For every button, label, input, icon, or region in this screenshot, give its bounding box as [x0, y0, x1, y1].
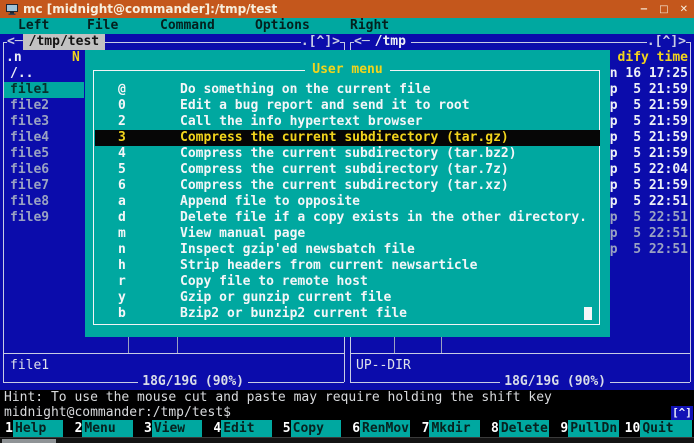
right-panel-path[interactable]: /tmp: [370, 34, 411, 50]
mc-window: mc [midnight@commander]:/tmp/test − □ ✕ …: [0, 0, 694, 443]
left-panel-controls[interactable]: .[^]>: [301, 34, 340, 50]
user-menu-item[interactable]: a Append file to opposite: [95, 194, 600, 210]
modify-time-cell: p 5 21:59: [606, 146, 688, 162]
file-row[interactable]: file3: [4, 114, 84, 130]
file-row-selected[interactable]: file1: [4, 82, 84, 98]
right-panel-border-right: [690, 42, 691, 382]
user-menu-dialog: User menu @ Do something on the current …: [85, 50, 610, 337]
user-menu-item[interactable]: 5 Compress the current subdirectory (tar…: [95, 162, 600, 178]
user-menu-item[interactable]: n Inspect gzip'ed newsbatch file: [95, 242, 600, 258]
file-row[interactable]: file8: [4, 194, 84, 210]
hint-line: Hint: To use the mouse cut and paste may…: [4, 390, 552, 406]
maximize-button[interactable]: □: [659, 4, 668, 15]
fkey-quit[interactable]: 10 Quit: [625, 420, 694, 437]
titlebar: mc [midnight@commander]:/tmp/test − □ ✕: [0, 0, 694, 18]
menu-left[interactable]: Left: [18, 18, 49, 34]
modify-time-cell: p 5 21:59: [606, 98, 688, 114]
file-row[interactable]: file7: [4, 178, 84, 194]
history-badge[interactable]: [^]: [671, 406, 693, 420]
modify-time-cell: n 16 17:25: [606, 66, 688, 82]
user-menu-item[interactable]: y Gzip or gunzip current file: [95, 290, 600, 306]
right-panel-header: <─ /tmp .[^]>: [350, 34, 690, 50]
file-row[interactable]: file5: [4, 146, 84, 162]
fkey-view[interactable]: 3 View: [139, 420, 208, 437]
modify-time-cell: p 5 21:59: [606, 130, 688, 146]
fkey-pulldn[interactable]: 9 PullDn: [555, 420, 624, 437]
column-separator: [128, 337, 129, 353]
function-key-bar: 1 Help 2 Menu 3 View 4 Edit 5 Copy 6 Ren…: [0, 420, 694, 437]
right-ministatus-separator: [351, 353, 690, 354]
file-row[interactable]: file4: [4, 130, 84, 146]
left-ministatus: file1: [10, 358, 49, 374]
fkey-renmov[interactable]: 6 RenMov: [347, 420, 416, 437]
scrollbar-thumb[interactable]: [2, 439, 56, 443]
right-modify-time-header[interactable]: dify time: [606, 50, 688, 66]
column-separator: [177, 337, 178, 353]
fkey-edit[interactable]: 4 Edit: [208, 420, 277, 437]
left-scroll-left-icon[interactable]: <─: [7, 34, 23, 50]
left-ministatus-separator: [4, 353, 344, 354]
modify-time-cell: p 5 21:59: [606, 82, 688, 98]
user-menu-item[interactable]: d Delete file if a copy exists in the ot…: [95, 210, 600, 226]
fkey-mkdir[interactable]: 7 Mkdir: [416, 420, 485, 437]
user-menu-item[interactable]: b Bzip2 or bunzip2 current file: [95, 306, 600, 322]
horizontal-scrollbar[interactable]: [0, 437, 694, 443]
left-name-column-header[interactable]: N: [72, 50, 80, 66]
text-cursor: [584, 307, 592, 320]
terminal-icon: [6, 3, 18, 15]
file-row[interactable]: file9: [4, 210, 84, 226]
fkey-delete[interactable]: 8 Delete: [486, 420, 555, 437]
right-scroll-left-icon[interactable]: <─: [354, 34, 370, 50]
minimize-button[interactable]: −: [640, 4, 648, 15]
menu-right[interactable]: Right: [350, 18, 389, 34]
right-panel-controls[interactable]: .[^]>: [647, 34, 686, 50]
user-menu-item[interactable]: h Strip headers from current newsarticle: [95, 258, 600, 274]
left-panel-header: <─ /tmp/test .[^]>: [3, 34, 344, 50]
modify-time-cell: p 5 22:51: [606, 210, 688, 226]
right-panel-footer: 18G/19G (90%): [350, 374, 690, 390]
column-separator: [394, 337, 395, 353]
modify-time-cell: p 5 22:04: [606, 162, 688, 178]
window-title: mc [midnight@commander]:/tmp/test: [23, 2, 277, 16]
command-prompt[interactable]: midnight@commander:/tmp/test$: [4, 405, 231, 421]
fkey-copy[interactable]: 5 Copy: [278, 420, 347, 437]
user-menu-item[interactable]: m View manual page: [95, 226, 600, 242]
user-menu-item[interactable]: 0 Edit a bug report and send it to root: [95, 98, 600, 114]
user-menu-item[interactable]: r Copy file to remote host: [95, 274, 600, 290]
file-row[interactable]: /..: [4, 66, 84, 82]
user-menu-item[interactable]: 2 Call the info hypertext browser: [95, 114, 600, 130]
left-panel-path[interactable]: /tmp/test: [23, 34, 105, 50]
file-row[interactable]: file6: [4, 162, 84, 178]
modify-time-cell: p 5 22:51: [606, 194, 688, 210]
modify-time-cell: p 5 21:59: [606, 178, 688, 194]
right-free-space: 18G/19G (90%): [500, 374, 610, 390]
left-sort-indicator[interactable]: .n: [6, 50, 22, 66]
right-ministatus: UP--DIR: [356, 358, 411, 374]
menu-options[interactable]: Options: [255, 18, 310, 34]
menu-command[interactable]: Command: [160, 18, 215, 34]
left-panel-footer: 18G/19G (90%): [3, 374, 344, 390]
close-button[interactable]: ✕: [680, 4, 688, 15]
left-free-space: 18G/19G (90%): [138, 374, 248, 390]
user-menu-item-selected[interactable]: 3 Compress the current subdirectory (tar…: [95, 130, 600, 146]
dialog-title: User menu: [85, 62, 610, 78]
user-menu-item[interactable]: @ Do something on the current file: [95, 82, 600, 98]
modify-time-cell: p 5 21:59: [606, 114, 688, 130]
user-menu-item[interactable]: 4 Compress the current subdirectory (tar…: [95, 146, 600, 162]
fkey-menu[interactable]: 2 Menu: [69, 420, 138, 437]
menu-file[interactable]: File: [87, 18, 118, 34]
file-row[interactable]: file2: [4, 98, 84, 114]
user-menu-item[interactable]: 6 Compress the current subdirectory (tar…: [95, 178, 600, 194]
fkey-help[interactable]: 1 Help: [0, 420, 69, 437]
column-separator: [441, 337, 442, 353]
terminal: Left File Command Options Right <─ /tmp/…: [0, 18, 694, 443]
menu-bar: Left File Command Options Right: [0, 18, 694, 34]
modify-time-cell: p 5 22:51: [606, 226, 688, 242]
modify-time-cell: p 5 22:51: [606, 242, 688, 258]
